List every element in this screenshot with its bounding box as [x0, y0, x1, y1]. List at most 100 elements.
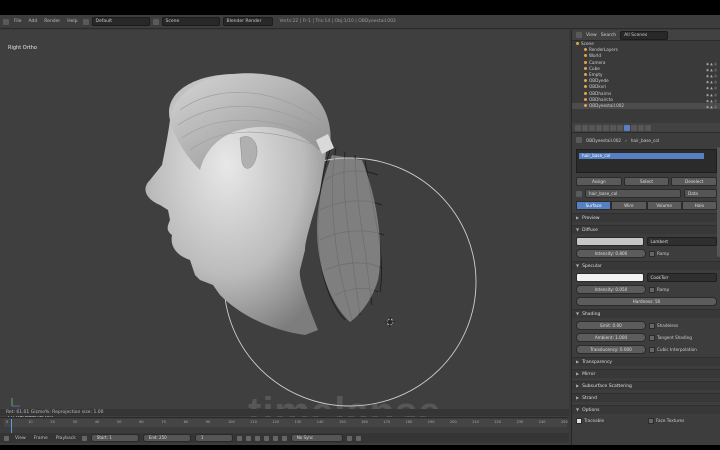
visibility-icon[interactable]: ◉ ▲ ◎ — [706, 73, 717, 78]
specular-ramp-checkbox[interactable]: Ramp — [649, 286, 717, 293]
outliner-display-mode[interactable]: All Scenes — [620, 30, 669, 40]
jump-end-icon[interactable] — [281, 435, 287, 441]
editor-type-icon[interactable] — [4, 435, 9, 441]
diffuse-ramp-checkbox[interactable]: Ramp — [649, 250, 717, 257]
render-tab-icon[interactable] — [575, 124, 581, 131]
specular-color-swatch[interactable] — [576, 273, 644, 282]
menu-help[interactable]: Help — [65, 19, 79, 24]
keying-icon[interactable] — [346, 435, 352, 441]
emit-field[interactable]: Emit: 0.00 — [576, 321, 646, 330]
visibility-icon[interactable]: ◉ ▲ ◎ — [706, 79, 717, 84]
diffuse-panel-header[interactable]: ▼ Diffuse — [572, 225, 720, 234]
3d-cursor[interactable] — [385, 317, 395, 327]
start-frame-field[interactable]: Start: 1 — [90, 434, 139, 442]
object-tab-icon[interactable] — [596, 124, 602, 131]
lock-icon[interactable] — [355, 435, 361, 441]
material-tab-icon[interactable] — [624, 124, 630, 131]
play-reverse-icon[interactable] — [254, 435, 260, 441]
type-volume-tab[interactable]: Volume — [646, 201, 682, 210]
visibility-icon[interactable]: ◉ ▲ ◎ — [706, 67, 717, 72]
timeline-menu-playback[interactable]: Playback — [54, 436, 78, 441]
translucency-field[interactable]: Translucency: 0.000 — [576, 345, 646, 354]
diffuse-intensity-field[interactable]: Intensity: 0.800 — [576, 249, 646, 258]
preview-panel-header[interactable]: ▶ Preview — [572, 213, 720, 222]
material-slot-selected[interactable]: hair_base_col — [579, 153, 704, 159]
material-slot-list[interactable]: hair_base_col — [576, 149, 717, 173]
outliner-menu-search[interactable]: Search — [601, 33, 616, 38]
world-tab-icon[interactable] — [589, 124, 595, 131]
properties-tabs — [572, 123, 720, 133]
transparency-panel-header[interactable]: ▶ Transparency — [572, 357, 720, 366]
scene-tab-icon[interactable] — [582, 124, 588, 131]
cubic-interpolation-checkbox[interactable]: Cubic Interpolation — [649, 346, 717, 353]
timeline-menu-frame[interactable]: Frame — [32, 436, 50, 441]
constraints-tab-icon[interactable] — [603, 124, 609, 131]
scene-selector[interactable]: Scene — [161, 17, 220, 26]
end-frame-field[interactable]: End: 250 — [142, 434, 191, 442]
play-icon[interactable] — [263, 435, 269, 441]
strand-panel-header[interactable]: ▶ Strand — [572, 393, 720, 402]
visibility-icon[interactable]: ◉ ▲ ◎ — [706, 104, 717, 109]
visibility-icon[interactable]: ◉ ▲ ◎ — [706, 98, 717, 103]
data-tab-icon[interactable] — [617, 124, 623, 131]
next-key-icon[interactable] — [272, 435, 278, 441]
face-textures-checkbox[interactable]: Face Textures — [648, 417, 717, 424]
assign-button[interactable]: Assign — [576, 177, 622, 186]
specular-intensity-field[interactable]: Intensity: 0.050 — [576, 285, 646, 294]
visibility-icon[interactable]: ◉ ▲ ◎ — [706, 92, 717, 97]
shadeless-checkbox[interactable]: Shadeless — [649, 322, 717, 329]
timeline-ruler[interactable]: 0 10 20 30 40 50 60 70 80 90 100 110 120 130 140 150 160… — [4, 419, 568, 437]
visibility-icon[interactable]: ◉ ▲ ◎ — [706, 61, 717, 66]
properties-editor[interactable]: OBDyeestail.002 › hair_base_col hair_bas… — [571, 123, 720, 445]
modifiers-tab-icon[interactable] — [610, 124, 616, 131]
tangent-shading-checkbox[interactable]: Tangent Shading — [649, 334, 717, 341]
type-wire-tab[interactable]: Wire — [611, 201, 647, 210]
record-icon[interactable] — [81, 435, 87, 441]
select-button[interactable]: Select — [623, 177, 670, 186]
timeline-editor[interactable]: 0 10 20 30 40 50 60 70 80 90 100 110 120 130 140 150 160… — [0, 417, 569, 445]
outliner-menu-view[interactable]: View — [586, 33, 597, 38]
outliner[interactable]: View Search All Scenes Scene RenderLayers… — [571, 30, 720, 122]
emit-row: Emit: 0.00 Shadeless — [576, 321, 717, 330]
material-browse-icon[interactable] — [576, 190, 582, 197]
type-surface-tab[interactable]: Surface — [576, 201, 612, 210]
outliner-item[interactable]: OBDyeestail.002 ◉ ▲ ◎ — [572, 102, 720, 110]
material-name-field[interactable]: hair_base_col — [585, 189, 681, 198]
prev-key-icon[interactable] — [245, 435, 251, 441]
sync-mode-selector[interactable]: No Sync — [290, 434, 343, 442]
type-halo-tab[interactable]: Halo — [681, 201, 717, 210]
render-engine-selector[interactable]: Blender Render — [222, 17, 273, 26]
shading-panel-header[interactable]: ▼ Shading — [572, 309, 720, 318]
object-type-icon — [584, 85, 587, 89]
diffuse-color-swatch[interactable] — [576, 237, 644, 246]
pin-icon[interactable] — [576, 137, 582, 143]
current-frame-field[interactable]: 1 — [194, 434, 233, 442]
traceable-checkbox[interactable]: Traceable — [576, 417, 645, 424]
hardness-field[interactable]: Hardness: 50 — [576, 297, 717, 306]
ambient-field[interactable]: Ambient: 1.000 — [576, 333, 646, 342]
3d-viewport[interactable]: Right Ortho — [0, 30, 569, 430]
physics-tab-icon[interactable] — [645, 124, 651, 131]
menu-add[interactable]: Add — [27, 19, 40, 24]
diffuse-shader-dropdown[interactable]: Lambert — [646, 237, 717, 246]
specular-panel-header[interactable]: ▼ Specular — [572, 261, 720, 270]
options-panel-header[interactable]: ▼ Options — [572, 405, 720, 414]
menu-file[interactable]: File — [12, 19, 24, 24]
timeline-menu-view[interactable]: View — [13, 436, 28, 441]
frame-tick-label: 90 — [205, 420, 211, 424]
visibility-icon[interactable]: ◉ ▲ ◎ — [706, 85, 717, 90]
texture-tab-icon[interactable] — [631, 124, 637, 131]
mirror-panel-header[interactable]: ▶ Mirror — [572, 369, 720, 378]
menu-render[interactable]: Render — [42, 19, 62, 24]
jump-start-icon[interactable] — [236, 435, 242, 441]
particles-tab-icon[interactable] — [638, 124, 644, 131]
link-data-selector[interactable]: Data — [684, 189, 717, 198]
specular-shader-dropdown[interactable]: CookTorr — [646, 273, 717, 282]
object-type-icon — [584, 48, 587, 52]
layout-selector[interactable]: Default — [91, 17, 150, 26]
editor-type-icon[interactable] — [576, 32, 582, 38]
deselect-button[interactable]: Deselect — [671, 177, 718, 186]
material-datablock-row: hair_base_col Data — [576, 189, 717, 198]
editor-type-icon[interactable] — [3, 18, 9, 25]
sss-panel-header[interactable]: ▶ Subsurface Scattering — [572, 381, 720, 390]
